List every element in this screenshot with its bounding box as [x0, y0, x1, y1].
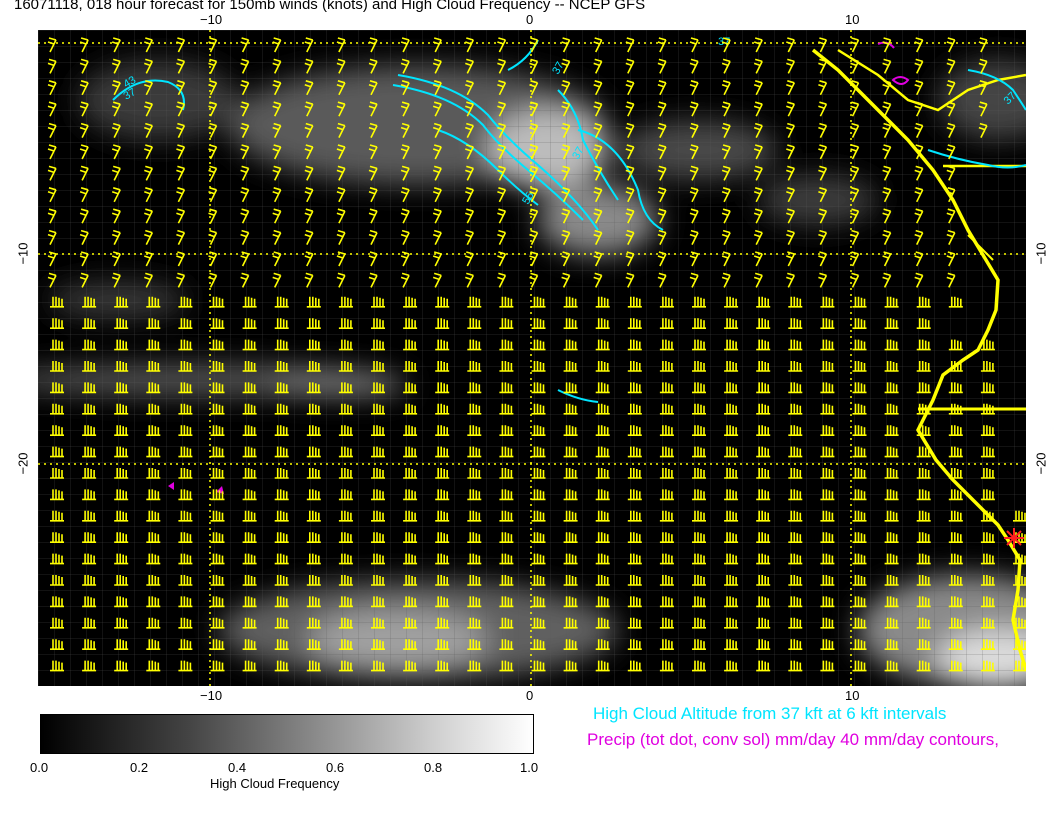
colorbar-label-0-4: 0.4 [228, 760, 247, 775]
bottom-tick-lon-10: 10 [845, 688, 860, 703]
right-tick-lat-minus10: −10 [1033, 242, 1049, 265]
top-tick-lon-0: 0 [526, 12, 534, 27]
colorbar-label-0-6: 0.6 [326, 760, 345, 775]
cloud-altitude-legend: High Cloud Altitude from 37 kft at 6 kft… [593, 704, 947, 723]
precip-legend: Precip (tot dot, conv sol) mm/day 40 mm/… [587, 730, 999, 749]
map-title: 16071118, 018 hour forecast for 150mb wi… [14, 0, 646, 13]
location-marker [1004, 528, 1024, 548]
colorbar-title: High Cloud Frequency [210, 776, 340, 791]
top-tick-lon-10: 10 [845, 12, 860, 27]
colorbar [40, 714, 534, 754]
colorbar-label-0: 0.0 [30, 760, 49, 775]
top-tick-lon-minus10: −10 [200, 12, 223, 27]
bottom-tick-lon-0: 0 [526, 688, 534, 703]
colorbar-label-0-2: 0.2 [130, 760, 149, 775]
left-tick-lat-minus20: −20 [15, 452, 31, 475]
left-tick-lat-minus10: −10 [15, 242, 31, 265]
right-tick-lat-minus20: −20 [1033, 452, 1049, 475]
forecast-map: 43373737375537 [38, 30, 1026, 686]
colorbar-label-0-8: 0.8 [424, 760, 443, 775]
colorbar-label-1-0: 1.0 [520, 760, 539, 775]
bottom-tick-lon-minus10: −10 [200, 688, 223, 703]
